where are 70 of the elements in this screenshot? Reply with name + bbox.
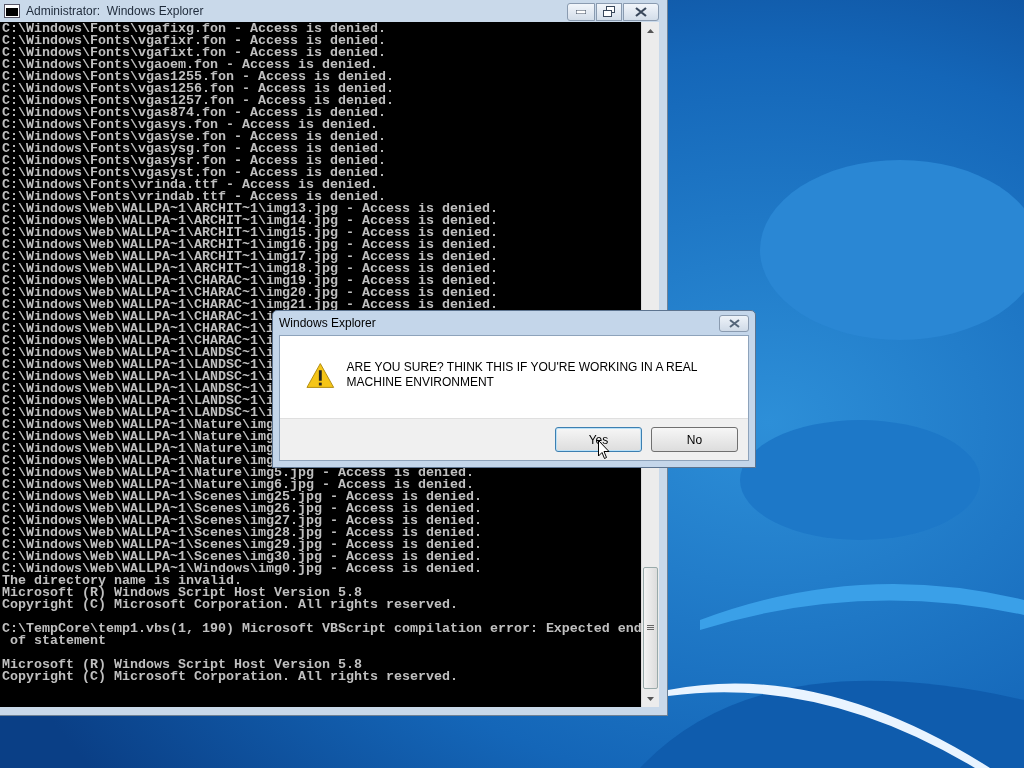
close-icon	[728, 318, 740, 328]
console-line: C:\Windows\Web\WALLPA~1\CHARAC~1\i	[2, 311, 274, 323]
console-line: C:\Windows\Web\WALLPA~1\LANDSC~1\i	[2, 371, 274, 383]
console-line: C:\Windows\Web\WALLPA~1\ARCHIT~1\img14.jpg - Access is denied.	[2, 215, 498, 227]
console-line: C:\Windows\Fonts\vgas1256.fon - Access is denied.	[2, 83, 394, 95]
console-line: C:\Windows\Web\WALLPA~1\LANDSC~1\i	[2, 347, 274, 359]
console-line: C:\Windows\Web\WALLPA~1\LANDSC~1\i	[2, 395, 274, 407]
console-line: C:\Windows\Web\WALLPA~1\Nature\img	[2, 431, 274, 443]
console-line: C:\Windows\Web\WALLPA~1\Scenes\img30.jpg - Access is denied.	[2, 551, 482, 563]
console-line: C:\Windows\Web\WALLPA~1\Scenes\img25.jpg - Access is denied.	[2, 491, 482, 503]
close-button[interactable]	[623, 2, 659, 21]
console-line: C:\Windows\Fonts\vgafixt.fon - Access is denied.	[2, 47, 386, 59]
console-line: C:\Windows\Web\WALLPA~1\ARCHIT~1\img16.jpg - Access is denied.	[2, 239, 498, 251]
console-line: C:\Windows\Web\WALLPA~1\Scenes\img29.jpg - Access is denied.	[2, 539, 482, 551]
console-line: C:\Windows\Web\WALLPA~1\ARCHIT~1\img13.jpg - Access is denied.	[2, 203, 498, 215]
console-line: C:\Windows\Web\WALLPA~1\ARCHIT~1\img15.jpg - Access is denied.	[2, 227, 498, 239]
close-button[interactable]	[719, 314, 749, 332]
console-line: C:\Windows\Web\WALLPA~1\CHARAC~1\i	[2, 323, 274, 335]
console-line: C:\Windows\Web\WALLPA~1\Nature\img6.jpg - Access is denied.	[2, 479, 474, 491]
dialog-title: Windows Explorer	[279, 315, 376, 332]
console-line: C:\Windows\Web\WALLPA~1\Nature\img	[2, 443, 274, 455]
console-line: C:\Windows\Fonts\vgas1257.fon - Access is denied.	[2, 95, 394, 107]
restore-button[interactable]	[596, 2, 622, 21]
scrollbar-thumb[interactable]	[643, 567, 658, 689]
console-line: of statement	[10, 635, 106, 647]
console-line: C:\Windows\Fonts\vgasyse.fon - Access is denied.	[2, 131, 386, 143]
console-line: C:\Windows\Web\WALLPA~1\Windows\img0.jpg - Access is denied.	[2, 563, 482, 575]
dialog-message: ARE YOU SURE? THINK THIS IF YOU'RE WORKING IN A REAL MACHINE ENVIRONMENT	[346, 360, 698, 390]
console-line: C:\Windows\Web\WALLPA~1\Scenes\img26.jpg - Access is denied.	[2, 503, 482, 515]
console-line: C:\Windows\Web\WALLPA~1\Nature\img	[2, 455, 274, 467]
console-line: C:\Windows\Web\WALLPA~1\LANDSC~1\i	[2, 407, 274, 419]
dialog-button[interactable]: No	[651, 427, 738, 452]
console-line: C:\Windows\Web\WALLPA~1\ARCHIT~1\img18.jpg - Access is denied.	[2, 263, 498, 275]
console-line: C:\Windows\Web\WALLPA~1\LANDSC~1\i	[2, 383, 274, 395]
console-line: The directory name is invalid.	[2, 575, 242, 587]
console-line: C:\Windows\Fonts\vrinda.ttf - Access is denied.	[2, 179, 378, 191]
console-line: C:\Windows\Fonts\vgas874.fon - Access is denied.	[2, 107, 386, 119]
console-line: C:\Windows\Web\WALLPA~1\Nature\img	[2, 419, 274, 431]
window-title: Administrator: Windows Explorer	[26, 3, 204, 20]
console-line: C:\Windows\Web\WALLPA~1\Nature\img5.jpg - Access is denied.	[2, 467, 474, 479]
up-arrow-icon	[647, 28, 654, 33]
console-line: C:\Windows\Web\WALLPA~1\Scenes\img28.jpg - Access is denied.	[2, 527, 482, 539]
console-line: C:\Windows\Fonts\vrindab.ttf - Access is denied.	[2, 191, 386, 203]
console-line: C:\Windows\Fonts\vgafixg.fon - Access is denied.	[2, 23, 386, 35]
restore-icon	[603, 6, 615, 17]
console-line: C:\Windows\Fonts\vgasyst.fon - Access is denied.	[2, 167, 386, 179]
console-line: C:\Windows\Web\WALLPA~1\CHARAC~1\img20.jpg - Access is denied.	[2, 287, 498, 299]
console-line: C:\Windows\Web\WALLPA~1\CHARAC~1\img19.jpg - Access is denied.	[2, 275, 498, 287]
console-line: C:\Windows\Fonts\vgasysg.fon - Access is denied.	[2, 143, 386, 155]
close-icon	[635, 6, 647, 17]
console-line: C:\Windows\Web\WALLPA~1\CHARAC~1\i	[2, 335, 274, 347]
console-line: Copyright (C) Microsoft Corporation. All rights reserved.	[2, 599, 458, 611]
console-line: C:\Windows\Fonts\vgasysr.fon - Access is denied.	[2, 155, 386, 167]
console-line: C:\Windows\Fonts\vgasys.fon - Access is denied.	[2, 119, 378, 131]
console-line: C:\Windows\Web\WALLPA~1\Scenes\img27.jpg - Access is denied.	[2, 515, 482, 527]
console-line: C:\TempCore\temp1.vbs(1, 190) Microsoft VBScript compilation error: Expected end	[2, 623, 642, 635]
console-line: C:\Windows\Fonts\vgaoem.fon - Access is denied.	[2, 59, 378, 71]
down-arrow-icon	[647, 696, 654, 701]
console-line: Microsoft (R) Windows Script Host Version 5.8	[2, 587, 362, 599]
console-line: C:\Windows\Fonts\vgas1255.fon - Access is denied.	[2, 71, 394, 83]
console-line: C:\Windows\Web\WALLPA~1\CHARAC~1\img21.jpg - Access is denied.	[2, 299, 498, 311]
console-icon	[4, 4, 20, 18]
minimize-icon	[576, 9, 586, 14]
console-line: C:\Windows\Fonts\vgafixr.fon - Access is denied.	[2, 35, 386, 47]
grip-icon	[647, 625, 654, 631]
console-line: C:\Windows\Web\WALLPA~1\ARCHIT~1\img17.jpg - Access is denied.	[2, 251, 498, 263]
warning-icon	[306, 362, 335, 389]
console-line: Copyright (C) Microsoft Corporation. All rights reserved.	[2, 671, 458, 683]
console-line: C:\Windows\Web\WALLPA~1\LANDSC~1\i	[2, 359, 274, 371]
console-line: Microsoft (R) Windows Script Host Version 5.8	[2, 659, 362, 671]
